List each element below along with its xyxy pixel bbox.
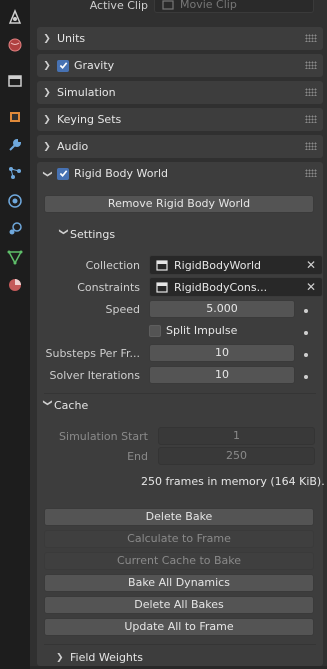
active-clip-value: Movie Clip: [180, 0, 237, 11]
chevron-down-icon: ❯: [42, 398, 52, 407]
keying-sets-title: Keying Sets: [57, 113, 122, 126]
keyframe-dot-icon[interactable]: [304, 331, 308, 335]
audio-section-header[interactable]: ❯ Audio: [37, 135, 323, 158]
collection-icon: [156, 260, 168, 271]
collection-field[interactable]: RigidBodyWorld ✕: [149, 255, 323, 275]
keying-sets-section-header[interactable]: ❯ Keying Sets: [37, 108, 323, 131]
object-tab[interactable]: [4, 106, 26, 128]
rigid-body-world-checkbox[interactable]: [57, 167, 69, 180]
simulation-title: Simulation: [57, 86, 116, 99]
gravity-title: Gravity: [74, 59, 115, 72]
end-label: End: [127, 450, 148, 463]
solver-iterations-label: Solver Iterations: [49, 369, 140, 382]
movie-clip-icon: [162, 0, 174, 10]
update-all-to-frame-button[interactable]: Update All to Frame: [44, 618, 314, 636]
tool-icon: [8, 9, 22, 24]
collection-value: RigidBodyWorld: [174, 258, 262, 272]
output-icon: [8, 75, 22, 87]
chevron-right-icon: ❯: [43, 141, 51, 152]
clear-collection-icon[interactable]: ✕: [306, 258, 316, 272]
simulation-start-label: Simulation Start: [59, 430, 148, 443]
modifier-icon: [9, 138, 22, 151]
speed-label: Speed: [105, 303, 140, 316]
bake-all-dynamics-button[interactable]: Bake All Dynamics: [44, 574, 314, 592]
material-icon: [9, 279, 21, 291]
delete-bake-button[interactable]: Delete Bake: [44, 508, 314, 526]
cache-subpanel-header[interactable]: ❯ Cache: [40, 398, 89, 413]
drag-grip-icon[interactable]: [305, 61, 317, 69]
keyframe-dot-icon[interactable]: [304, 353, 308, 357]
physics-tab[interactable]: [4, 190, 26, 212]
constraints-tab[interactable]: [4, 218, 26, 240]
constraints-icon: [9, 222, 22, 235]
settings-title: Settings: [70, 228, 116, 241]
cache-info-text: 250 frames in memory (164 KiB).: [141, 475, 325, 488]
render-tab[interactable]: [4, 34, 26, 56]
particles-icon: [9, 167, 21, 179]
chevron-right-icon: ❯: [43, 114, 51, 125]
modifier-tab[interactable]: [4, 134, 26, 156]
rigid-body-world-section-header[interactable]: ❯ Rigid Body World: [37, 162, 323, 185]
split-impulse-checkbox[interactable]: [149, 325, 161, 337]
drag-grip-icon[interactable]: [305, 34, 317, 42]
constraints-label: Constraints: [77, 281, 140, 294]
current-cache-to-bake-button[interactable]: Current Cache to Bake: [44, 552, 314, 570]
keyframe-dot-icon[interactable]: [304, 375, 308, 379]
field-weights-subpanel-header[interactable]: ❯ Field Weights: [56, 651, 143, 664]
properties-tab-bar: [0, 0, 30, 669]
chevron-right-icon: ❯: [43, 60, 51, 71]
gravity-section-header[interactable]: ❯ Gravity: [37, 54, 323, 77]
split-impulse-label: Split Impulse: [166, 324, 238, 337]
simulation-section-header[interactable]: ❯ Simulation: [37, 81, 323, 104]
particles-tab[interactable]: [4, 162, 26, 184]
world-icon: [8, 38, 22, 52]
tool-tab[interactable]: [4, 6, 26, 28]
simulation-start-field[interactable]: 1: [158, 427, 315, 445]
units-section-header[interactable]: ❯ Units: [37, 27, 323, 50]
collection-icon: [156, 282, 168, 293]
chevron-right-icon: ❯: [43, 33, 51, 44]
keyframe-dot-icon[interactable]: [304, 309, 308, 313]
drag-grip-icon[interactable]: [305, 88, 317, 96]
drag-grip-icon[interactable]: [305, 169, 317, 177]
chevron-right-icon: ❯: [43, 87, 51, 98]
data-tab[interactable]: [4, 246, 26, 268]
constraints-value: RigidBodyCons...: [174, 280, 268, 294]
delete-all-bakes-button[interactable]: Delete All Bakes: [44, 596, 314, 614]
physics-icon: [8, 194, 22, 208]
field-weights-title: Field Weights: [70, 651, 143, 664]
remove-rigid-body-world-button[interactable]: Remove Rigid Body World: [44, 195, 314, 213]
object-icon: [10, 112, 20, 122]
end-field[interactable]: 250: [158, 447, 315, 465]
properties-panel: Active Clip Movie Clip ❯ Units ❯ Gravity…: [30, 0, 327, 669]
drag-grip-icon[interactable]: [305, 115, 317, 123]
settings-subpanel-header[interactable]: ❯ Settings: [56, 227, 116, 242]
constraints-field[interactable]: RigidBodyCons... ✕: [149, 277, 323, 297]
rigid-body-world-title: Rigid Body World: [74, 167, 169, 180]
material-tab[interactable]: [4, 274, 26, 296]
active-clip-field[interactable]: Movie Clip: [154, 0, 314, 13]
solver-iterations-field[interactable]: 10: [149, 366, 295, 384]
collection-label: Collection: [85, 259, 140, 272]
clear-constraints-icon[interactable]: ✕: [306, 280, 316, 294]
calculate-to-frame-button[interactable]: Calculate to Frame: [44, 530, 314, 548]
data-icon: [7, 250, 23, 265]
substeps-field[interactable]: 10: [149, 344, 295, 362]
substeps-label: Substeps Per Fr...: [45, 347, 140, 360]
speed-field[interactable]: 5.000: [149, 300, 295, 318]
units-title: Units: [57, 32, 86, 45]
gravity-checkbox[interactable]: [57, 59, 69, 72]
output-tab[interactable]: [4, 70, 26, 92]
checkmark-icon: [59, 62, 67, 69]
drag-grip-icon[interactable]: [305, 142, 317, 150]
chevron-down-icon: ❯: [42, 169, 52, 178]
checkmark-icon: [59, 170, 67, 177]
chevron-down-icon: ❯: [58, 227, 68, 236]
cache-title: Cache: [54, 399, 89, 412]
chevron-right-icon: ❯: [56, 652, 64, 663]
active-clip-label: Active Clip: [89, 0, 148, 12]
audio-title: Audio: [57, 140, 89, 153]
